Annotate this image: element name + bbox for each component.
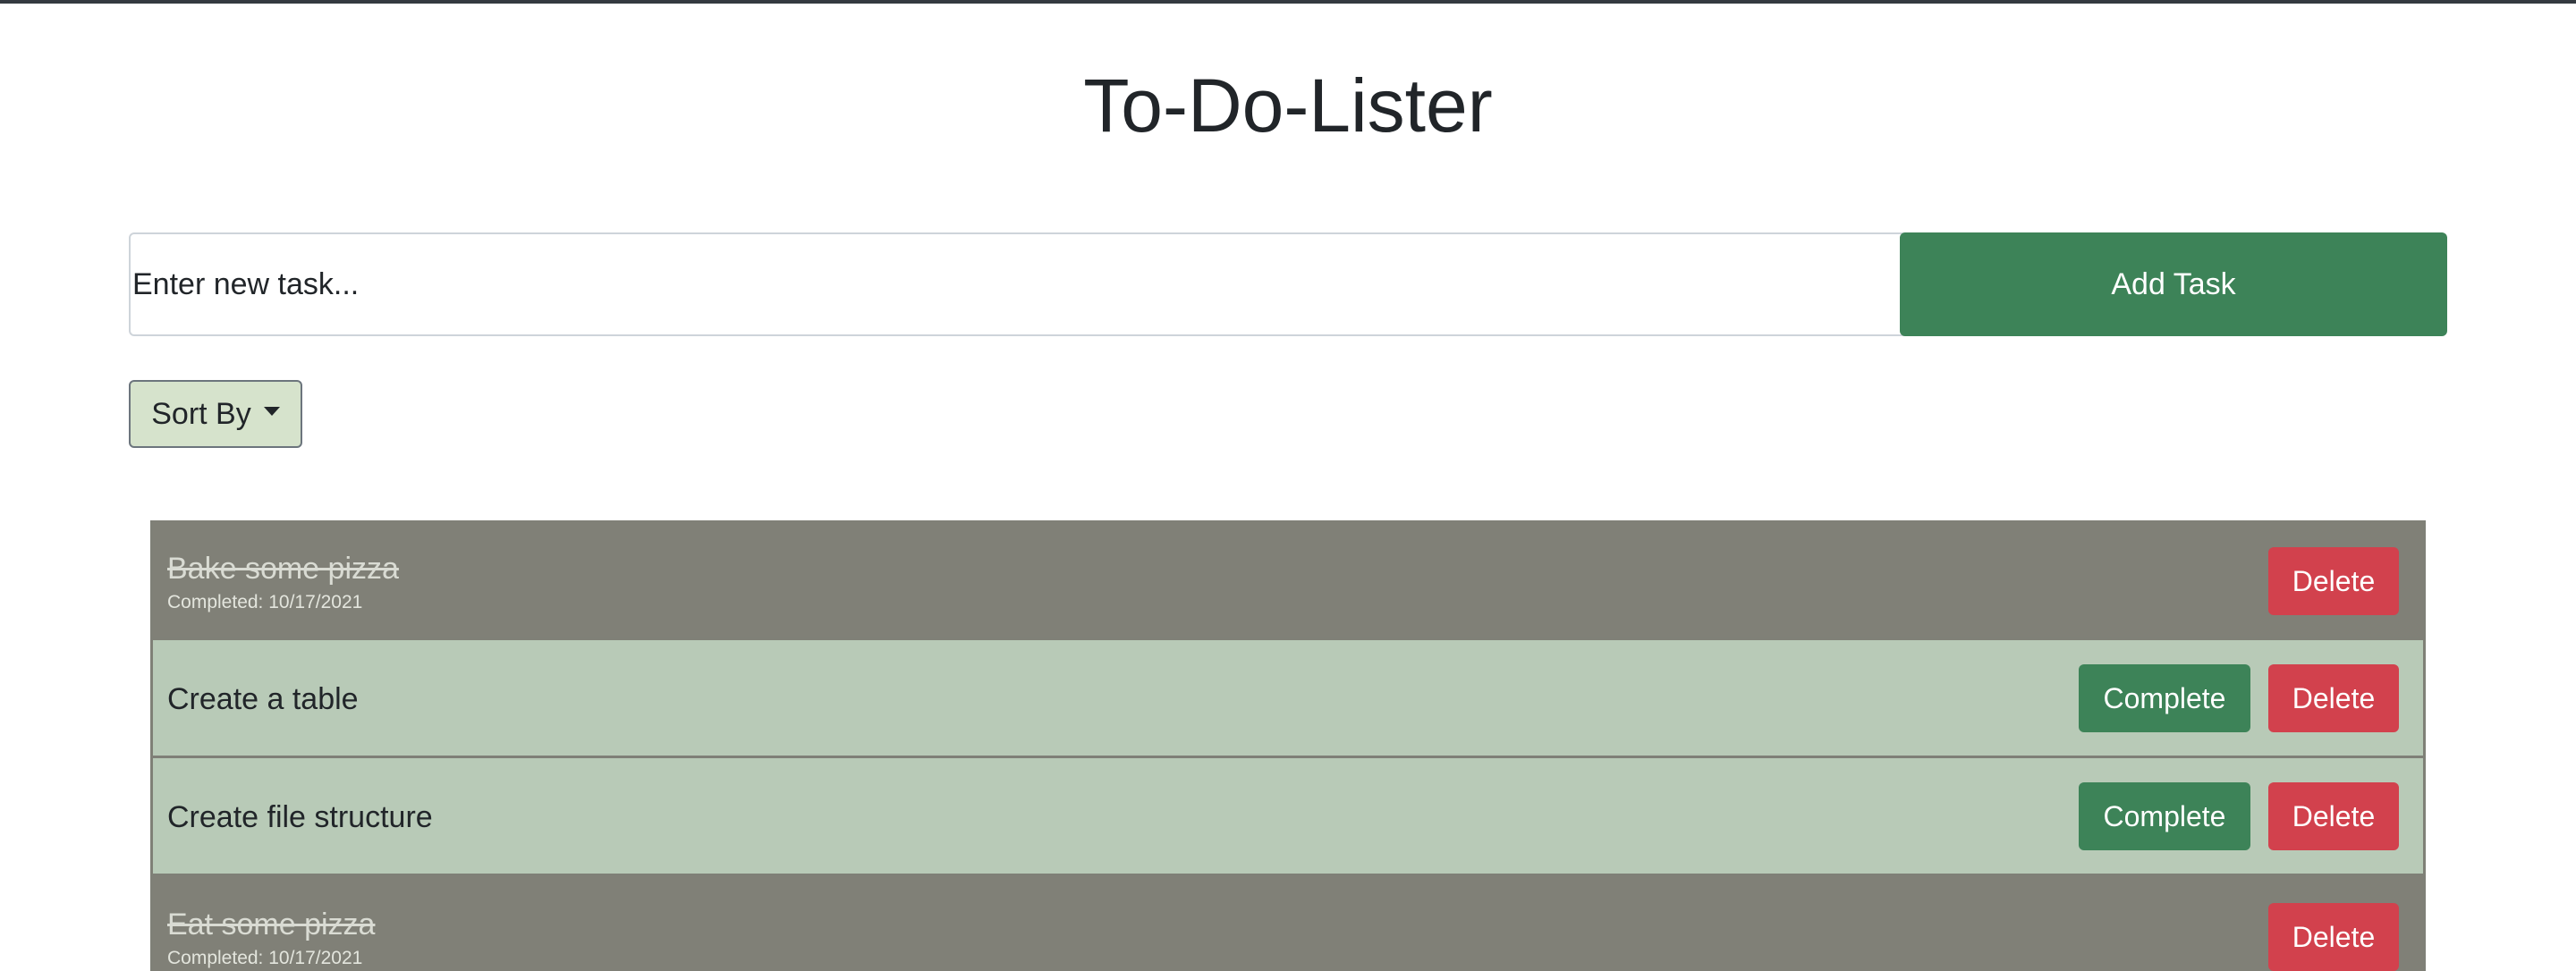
task-name: Create a table xyxy=(167,682,359,716)
task-name: Bake some pizza xyxy=(167,552,399,586)
delete-button[interactable]: Delete xyxy=(2268,903,2399,971)
delete-button[interactable]: Delete xyxy=(2268,782,2399,850)
task-row: Bake some pizza Completed: 10/17/2021 De… xyxy=(150,520,2426,640)
task-name: Eat some pizza xyxy=(167,908,376,941)
task-row: Eat some pizza Completed: 10/17/2021 Del… xyxy=(150,876,2426,971)
task-completed-date: Completed: 10/17/2021 xyxy=(167,948,363,968)
add-task-button[interactable]: Add Task xyxy=(1900,232,2447,336)
sort-by-dropdown[interactable]: Sort By xyxy=(129,380,302,448)
sort-by-label: Sort By xyxy=(151,396,251,431)
task-completed-date: Completed: 10/17/2021 xyxy=(167,592,363,612)
task-row: Create file structure Complete Delete xyxy=(150,758,2426,876)
complete-button[interactable]: Complete xyxy=(2079,664,2250,732)
task-list: Bake some pizza Completed: 10/17/2021 De… xyxy=(150,520,2426,971)
new-task-input[interactable] xyxy=(129,232,1936,336)
page: To-Do-Lister Add Task Sort By Bake some … xyxy=(0,0,2576,971)
delete-button[interactable]: Delete xyxy=(2268,547,2399,615)
caret-down-icon xyxy=(263,407,280,416)
task-name: Create file structure xyxy=(167,800,433,834)
delete-button[interactable]: Delete xyxy=(2268,664,2399,732)
complete-button[interactable]: Complete xyxy=(2079,782,2250,850)
page-title: To-Do-Lister xyxy=(1083,63,1493,148)
task-row: Create a table Complete Delete xyxy=(150,640,2426,758)
